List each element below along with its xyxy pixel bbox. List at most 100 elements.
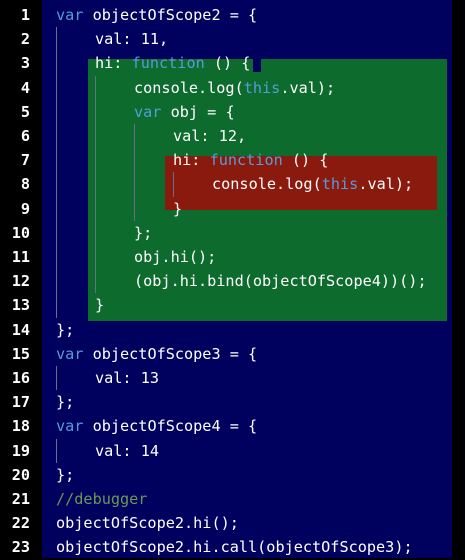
line-number: 3 — [20, 54, 30, 73]
code-text: }; — [134, 221, 152, 245]
code-line[interactable]: 15 var objectOfScope3 = { — [0, 342, 465, 366]
code-text: val: 13 — [95, 366, 159, 390]
code-line[interactable]: 16 val: 13 — [0, 366, 465, 390]
code-text: } — [173, 197, 182, 221]
identifier-token: }; — [56, 393, 75, 412]
identifier-token: } — [95, 296, 105, 315]
line-number: 21 — [11, 490, 30, 508]
identifier-token: () { — [282, 151, 329, 170]
code-line[interactable]: 13} — [0, 293, 465, 317]
keyword-token: this — [321, 175, 359, 194]
code-line[interactable]: 6 val: 12, — [0, 124, 465, 148]
identifier-token: }; — [56, 320, 75, 339]
code-text: var objectOfScope4 = { — [56, 414, 257, 438]
code-line[interactable]: 19 val: 14 — [0, 439, 465, 463]
identifier-token: val: 14 — [95, 441, 160, 460]
code-text: }; — [56, 318, 74, 342]
code-line[interactable]: 5 var obj = { — [0, 100, 465, 124]
code-text: //debugger — [56, 487, 147, 511]
line-number: 12 — [11, 272, 30, 291]
identifier-token: objectOfScope2.hi.call(objectOfScope3); — [56, 538, 413, 557]
code-text: var obj = { — [134, 100, 235, 124]
code-text: }; — [56, 390, 74, 414]
line-number: 17 — [11, 393, 30, 412]
code-text: val: 14 — [95, 439, 159, 463]
code-text: obj.hi(); — [134, 245, 216, 269]
identifier-token: val: 12, — [173, 127, 247, 145]
line-number: 20 — [11, 465, 30, 484]
code-text: } — [95, 293, 104, 317]
line-number: 14 — [11, 320, 30, 339]
identifier-token: hi: — [95, 54, 132, 73]
keyword-token: var — [56, 6, 84, 24]
identifier-token: } — [173, 199, 183, 218]
code-line[interactable]: 18 var objectOfScope4 = { — [0, 414, 465, 438]
code-text: val: 11, — [95, 27, 168, 51]
code-line[interactable]: 22 objectOfScope2.hi(); — [0, 511, 465, 535]
line-number: 6 — [20, 127, 30, 145]
code-text: }; — [56, 463, 74, 487]
identifier-token: objectOfScope3 = { — [83, 344, 258, 363]
code-line[interactable]: 2 val: 11, — [0, 27, 465, 51]
line-number: 9 — [20, 199, 30, 218]
line-number: 5 — [20, 102, 30, 121]
identifier-token: objectOfScope2 = { — [83, 6, 258, 24]
identifier-token: hi: — [173, 151, 210, 170]
code-text: var objectOfScope2 = { — [56, 3, 257, 27]
keyword-token: this — [243, 78, 281, 97]
identifier-token: obj.hi(); — [134, 248, 217, 266]
line-number: 22 — [11, 514, 30, 533]
code-line[interactable]: 21 //debugger — [0, 487, 465, 511]
code-line[interactable]: 4 console.log(this.val); — [0, 76, 465, 100]
identifier-token: .val); — [280, 78, 336, 97]
code-line[interactable]: 20}; — [0, 463, 465, 487]
code-text: console.log(this.val); — [134, 76, 335, 100]
identifier-token: val: 11, — [95, 30, 169, 49]
line-number: 15 — [11, 344, 30, 363]
identifier-token: .val); — [358, 175, 414, 194]
code-text: val: 12, — [173, 124, 246, 148]
identifier-token: }; — [56, 465, 75, 484]
code-line[interactable]: 23 objectOfScope2.hi.call(objectOfScope3)… — [0, 535, 465, 559]
keyword-token: var — [56, 417, 84, 436]
line-number: 23 — [11, 538, 30, 557]
line-number: 8 — [20, 175, 30, 194]
line-number: 18 — [11, 417, 30, 436]
code-editor[interactable]: 1 var objectOfScope2 = { 2 val: 11, 3 hi: fun… — [0, 0, 465, 558]
code-text: objectOfScope2.hi(); — [56, 511, 239, 535]
code-line[interactable]: 3 hi: function () { — [0, 51, 465, 75]
identifier-token: console.log( — [212, 175, 322, 194]
identifier-token: objectOfScope4 = { — [83, 417, 258, 436]
code-text: var objectOfScope3 = { — [56, 342, 257, 366]
identifier-token: (obj.hi.bind(objectOfScope4))(); — [134, 272, 427, 291]
code-line[interactable]: 14}; — [0, 318, 465, 342]
identifier-token: console.log( — [134, 78, 244, 97]
code-line[interactable]: 9} — [0, 197, 465, 221]
code-text: (obj.hi.bind(objectOfScope4))(); — [134, 269, 427, 293]
code-line[interactable]: 7 hi: function () { — [0, 148, 465, 172]
keyword-token: function — [209, 151, 283, 170]
code-text: hi: function () { — [173, 148, 328, 172]
keyword-token: function — [131, 54, 205, 73]
line-number: 1 — [20, 6, 30, 24]
identifier-token: val: 13 — [95, 369, 160, 387]
identifier-token: obj = { — [161, 102, 235, 121]
code-line[interactable]: 1 var objectOfScope2 = { — [0, 3, 465, 27]
line-number: 19 — [11, 441, 30, 460]
line-number: 2 — [20, 30, 30, 49]
line-number: 13 — [11, 296, 30, 315]
line-number: 4 — [20, 78, 30, 97]
code-line[interactable]: 10}; — [0, 221, 465, 245]
code-line[interactable]: 17}; — [0, 390, 465, 414]
code-text: objectOfScope2.hi.call(objectOfScope3); — [56, 535, 413, 559]
code-line[interactable]: 12 (obj.hi.bind(objectOfScope4))(); — [0, 269, 465, 293]
code-text: console.log(this.val); — [212, 172, 413, 196]
line-number: 10 — [11, 223, 30, 242]
code-text: hi: function () { — [95, 51, 250, 75]
code-line[interactable]: 11 obj.hi(); — [0, 245, 465, 269]
code-line[interactable]: 8 console.log(this.val); — [0, 172, 465, 196]
line-number: 7 — [20, 151, 30, 170]
line-number: 16 — [11, 369, 30, 387]
comment-token: //debugger — [56, 490, 148, 508]
identifier-token: }; — [134, 223, 153, 242]
